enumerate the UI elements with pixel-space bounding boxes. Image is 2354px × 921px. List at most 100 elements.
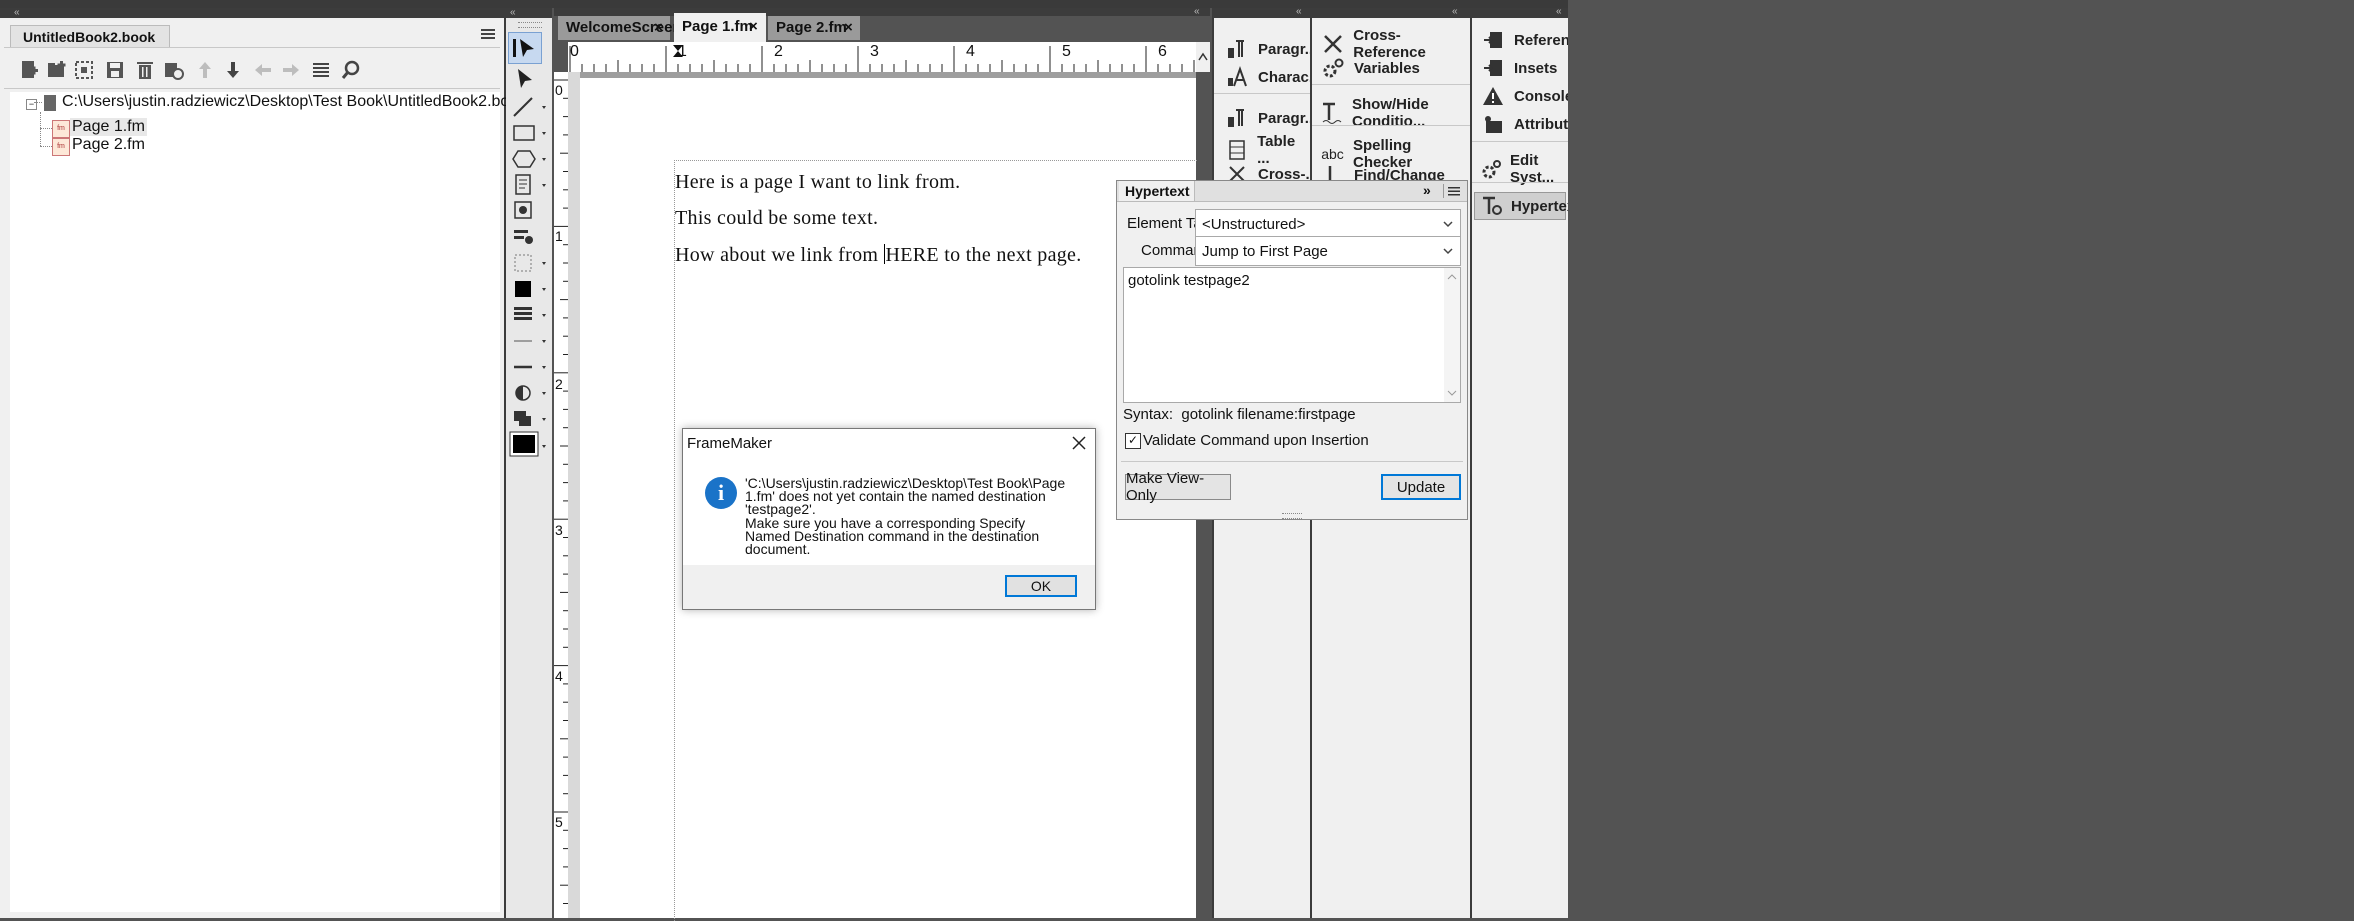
book-toolbar — [10, 53, 490, 85]
select-region-icon[interactable] — [510, 250, 552, 276]
add-folder-icon[interactable] — [42, 55, 72, 85]
pod-console[interactable]: Console — [1480, 83, 1573, 109]
book-tab[interactable]: UntitledBook2.book — [10, 25, 170, 47]
save-icon[interactable] — [100, 55, 130, 85]
tools-palette: « — [506, 8, 552, 918]
close-icon[interactable]: × — [844, 16, 853, 40]
resize-grip-icon[interactable] — [1282, 513, 1302, 519]
graphic-frame-icon[interactable] — [510, 198, 540, 224]
move-right-icon[interactable] — [276, 55, 306, 85]
element-tag-select[interactable]: <Unstructured> — [1195, 209, 1461, 239]
tree-root[interactable]: C:\Users\justin.radziewicz\Desktop\Test … — [62, 93, 526, 111]
close-icon[interactable]: × — [749, 13, 758, 41]
book-panel: « UntitledBook2.book − C:\Users\justin.r… — [0, 8, 526, 918]
make-view-only-button[interactable]: Make View-Only — [1125, 470, 1231, 504]
move-left-icon[interactable] — [248, 55, 278, 85]
collapse-icon[interactable]: « — [1452, 7, 1458, 17]
color-icon[interactable] — [508, 430, 552, 460]
right-background — [1568, 0, 2354, 918]
update-button[interactable]: Update — [1381, 474, 1461, 500]
fill-icon[interactable] — [510, 276, 552, 302]
command-textarea[interactable]: gotolink testpage2 — [1123, 267, 1461, 403]
tree-item-page1[interactable]: Page 1.fm — [70, 118, 147, 136]
textarea-scrollbar[interactable] — [1444, 268, 1460, 402]
line-end-icon[interactable] — [510, 354, 552, 380]
object-select-icon[interactable] — [510, 66, 540, 92]
attributes-icon — [1480, 111, 1506, 137]
hypertext-titlebar[interactable]: Hypertext » — [1117, 181, 1467, 202]
book-panel-collapse-bar[interactable]: « — [0, 8, 504, 18]
dialog-message-2: Make sure you have a corresponding Speci… — [745, 515, 1040, 557]
collapse-icon[interactable]: « — [1556, 7, 1562, 17]
tab-page2[interactable]: Page 2.fm × — [768, 16, 860, 40]
fm-file-icon: fm — [52, 120, 70, 138]
text-line-icon[interactable] — [510, 224, 540, 250]
pod-character[interactable]: Charac... — [1224, 64, 1321, 90]
tab-welcome[interactable]: WelcomeScreen × — [558, 16, 682, 40]
book-menu-icon[interactable] — [306, 55, 336, 85]
insets-icon — [1480, 55, 1506, 81]
pod-paragraph[interactable]: Paragr... — [1224, 36, 1317, 62]
collapse-icon[interactable]: « — [1296, 7, 1302, 17]
close-icon[interactable] — [1069, 433, 1089, 453]
framemaker-dialog: FrameMaker i 'C:\Users\justin.radziewicz… — [682, 428, 1096, 610]
pod-hypertext[interactable]: Hypertext — [1474, 192, 1580, 220]
ruler-label: 0 — [570, 43, 579, 60]
line-width-icon[interactable] — [510, 328, 552, 354]
doc-line-1[interactable]: Here is a page I want to link from. — [675, 171, 960, 194]
indent-marker-icon[interactable] — [672, 44, 684, 58]
pod-paragraph-catalog[interactable]: Paragr... — [1224, 105, 1317, 131]
edit-system-icon — [1480, 156, 1502, 182]
pod-variables[interactable]: Variables — [1320, 55, 1420, 81]
close-icon[interactable]: × — [654, 16, 663, 40]
paragraph-icon — [1224, 36, 1250, 62]
tint-icon[interactable] — [510, 380, 552, 406]
tab-page1[interactable]: Page 1.fm × — [674, 13, 766, 42]
scroll-up-arrow[interactable] — [1196, 42, 1210, 72]
ruler-label: 6 — [1158, 43, 1167, 60]
hypertext-panel: Hypertext » Element Tag: <Unstructured> … — [1116, 180, 1468, 520]
table-icon — [1224, 137, 1249, 163]
doc-line-2[interactable]: This could be some text. — [675, 207, 878, 230]
dialog-message-1: 'C:\Users\justin.radziewicz\Desktop\Test… — [745, 475, 1066, 517]
paragraph-catalog-icon — [1224, 105, 1250, 131]
pen-pattern-icon[interactable] — [510, 302, 552, 328]
book-tab-label: UntitledBook2.book — [23, 29, 156, 45]
rectangle-icon[interactable] — [510, 120, 552, 146]
add-file-icon[interactable] — [14, 55, 44, 85]
find-change-icon — [1320, 166, 1346, 180]
find-icon[interactable] — [336, 55, 366, 85]
update-book-icon[interactable] — [158, 55, 188, 85]
pod-column-3: « Referenc... Insets Console Attributes … — [1470, 7, 1591, 918]
smart-select-icon[interactable] — [508, 32, 542, 64]
book-tree: − C:\Users\justin.radziewicz\Desktop\Tes… — [10, 92, 526, 912]
line-icon[interactable] — [510, 94, 552, 120]
pod-insets[interactable]: Insets — [1480, 55, 1557, 81]
collapse-icon[interactable]: « — [14, 8, 20, 18]
text-frame-icon[interactable] — [510, 172, 552, 198]
move-up-icon[interactable] — [190, 55, 220, 85]
ruler-label: 5 — [1062, 43, 1071, 60]
doc-tab-bar: WelcomeScreen × Page 1.fm × Page 2.fm × — [554, 13, 1210, 42]
validate-label: Validate Command upon Insertion — [1143, 432, 1369, 449]
panel-menu-icon[interactable] — [480, 26, 496, 42]
collapse-toggle[interactable]: − — [26, 99, 37, 110]
command-select[interactable]: Jump to First Page — [1195, 236, 1461, 266]
ok-button[interactable]: OK — [1005, 575, 1077, 597]
dialog-footer: OK — [683, 565, 1095, 609]
collapse-icon[interactable]: « — [510, 8, 516, 18]
delete-icon[interactable] — [130, 55, 160, 85]
panel-menu-icon[interactable] — [1443, 184, 1462, 198]
add-group-icon[interactable] — [70, 55, 100, 85]
pod-find-change[interactable]: Find/Change — [1320, 166, 1445, 180]
dialog-title: FrameMaker — [687, 435, 773, 452]
spelling-icon: abc — [1321, 146, 1344, 162]
tree-item-page2[interactable]: Page 2.fm — [72, 136, 145, 154]
pod-edit-system[interactable]: Edit Syst... — [1480, 152, 1570, 186]
doc-line-3[interactable]: How about we link from HERE to the next … — [675, 244, 1082, 267]
validate-checkbox[interactable]: ✓ — [1125, 433, 1141, 449]
overprint-icon[interactable] — [510, 406, 552, 432]
expand-icon[interactable]: » — [1423, 182, 1431, 198]
polygon-icon[interactable] — [510, 146, 552, 172]
move-down-icon[interactable] — [218, 55, 248, 85]
